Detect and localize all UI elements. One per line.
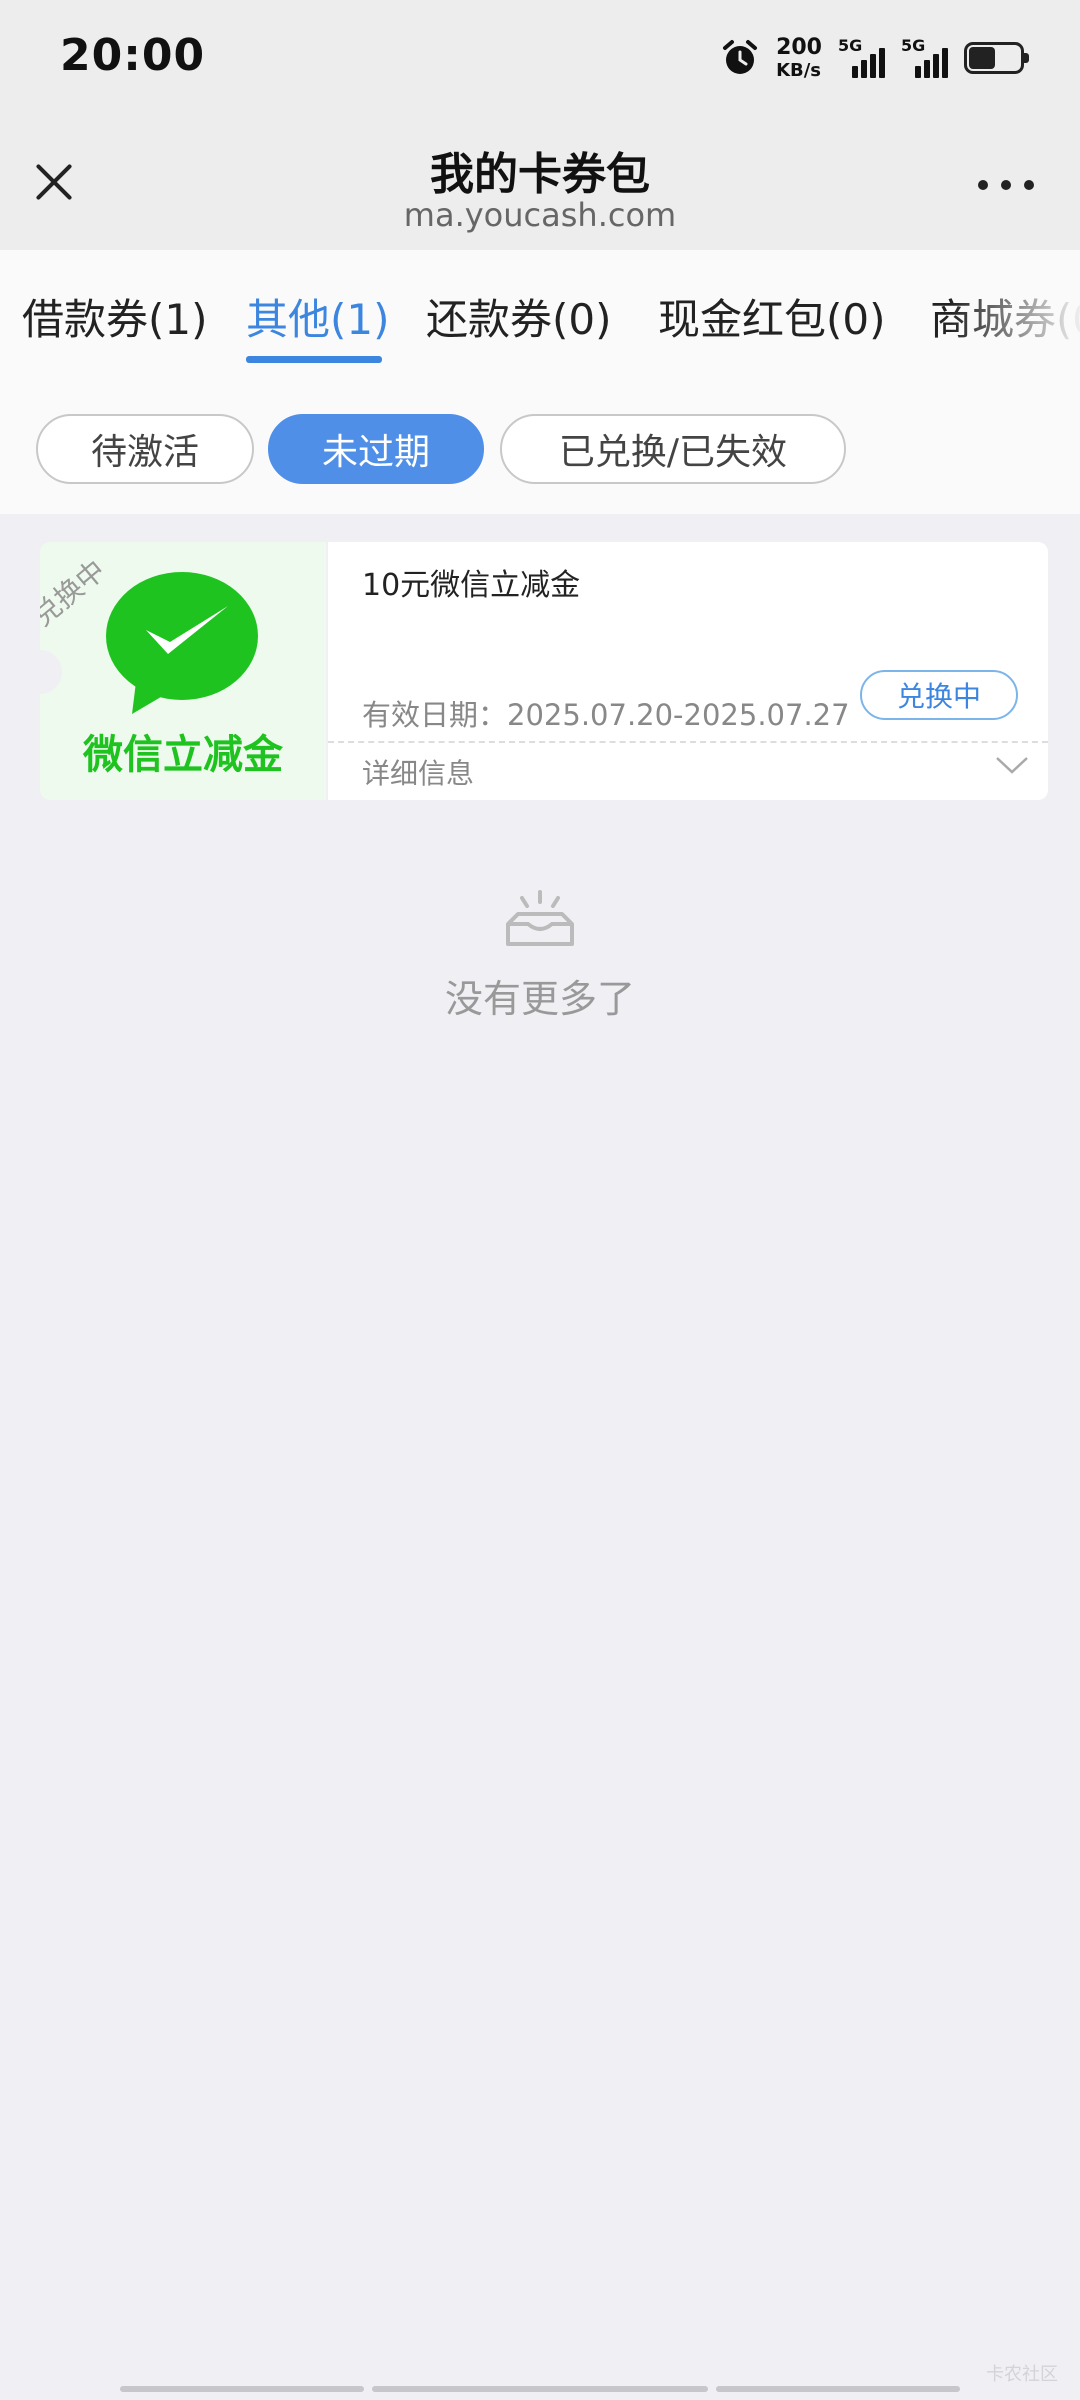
- coupon-ribbon: 兑换中: [40, 553, 112, 633]
- active-tab-indicator: [246, 356, 382, 363]
- sim2-label: 5G: [901, 36, 926, 55]
- tab-other[interactable]: 其他(1): [246, 286, 390, 347]
- card-notch: [18, 650, 62, 694]
- signal-icon: 5G: [838, 36, 885, 78]
- validity-label: 有效日期：: [362, 698, 508, 732]
- sim1-label: 5G: [838, 36, 863, 55]
- coupon-brand-name: 微信立减金: [83, 732, 283, 778]
- coupon-card[interactable]: 兑换中 微信立减金 10元微信立减金 有效日期：2025.07.20-2025.…: [18, 542, 1048, 800]
- coupon-category-tabs: 借款券(1) 其他(1) 还款券(0) 现金红包(0) 商城券(0): [0, 250, 1080, 370]
- page-title: 我的卡券包: [430, 149, 650, 200]
- title-bar: 我的卡券包 ma.youcash.com: [0, 116, 1080, 250]
- speed-unit: KB/s: [776, 59, 822, 81]
- redeeming-button[interactable]: 兑换中: [860, 670, 1018, 720]
- scroll-indicator: [372, 2386, 708, 2392]
- status-icons: 200 KB/s 5G 5G: [720, 30, 1029, 86]
- filter-pending-activation[interactable]: 待激活: [36, 414, 254, 484]
- signal-icon-2: 5G: [901, 36, 948, 78]
- page-url: ma.youcash.com: [403, 196, 677, 234]
- alarm-icon: [723, 40, 758, 74]
- watermark: 卡农社区: [986, 2364, 1058, 2385]
- coupon-brand-panel: 兑换中 微信立减金: [40, 542, 326, 800]
- chevron-down-icon[interactable]: [994, 752, 1030, 778]
- empty-tray-icon: [506, 890, 574, 946]
- coupon-validity: 有效日期：2025.07.20-2025.07.27: [362, 692, 850, 734]
- coupon-info-panel: 10元微信立减金 有效日期：2025.07.20-2025.07.27 兑换中 …: [328, 542, 1048, 800]
- scroll-indicator: [120, 2386, 364, 2392]
- status-bar: 20:00 200 KB/s 5G 5G: [0, 0, 1080, 116]
- validity-dates: 2025.07.20-2025.07.27: [507, 698, 850, 732]
- tab-mall-coupons[interactable]: 商城券(0): [930, 286, 1080, 347]
- tab-loan-coupons[interactable]: 借款券(1): [22, 286, 208, 347]
- divider: [328, 741, 1048, 743]
- empty-state-text: 没有更多了: [444, 977, 635, 1021]
- scroll-indicator: [716, 2386, 960, 2392]
- status-filters: 待激活 未过期 已兑换/已失效: [0, 370, 1080, 514]
- tab-repayment-coupons[interactable]: 还款券(0): [426, 286, 612, 347]
- filter-redeemed-expired[interactable]: 已兑换/已失效: [500, 414, 846, 484]
- coupon-name: 10元微信立减金: [362, 568, 581, 603]
- filter-unexpired[interactable]: 未过期: [268, 414, 484, 484]
- tab-cash-red-packets[interactable]: 现金红包(0): [658, 286, 886, 347]
- wechat-icon: [106, 572, 258, 714]
- network-speed: 200 KB/s: [776, 34, 822, 81]
- speed-value: 200: [776, 34, 822, 60]
- details-toggle[interactable]: 详细信息: [362, 752, 474, 792]
- status-time: 20:00: [60, 30, 206, 81]
- battery-icon: [964, 42, 1029, 74]
- more-icon[interactable]: [978, 180, 1034, 196]
